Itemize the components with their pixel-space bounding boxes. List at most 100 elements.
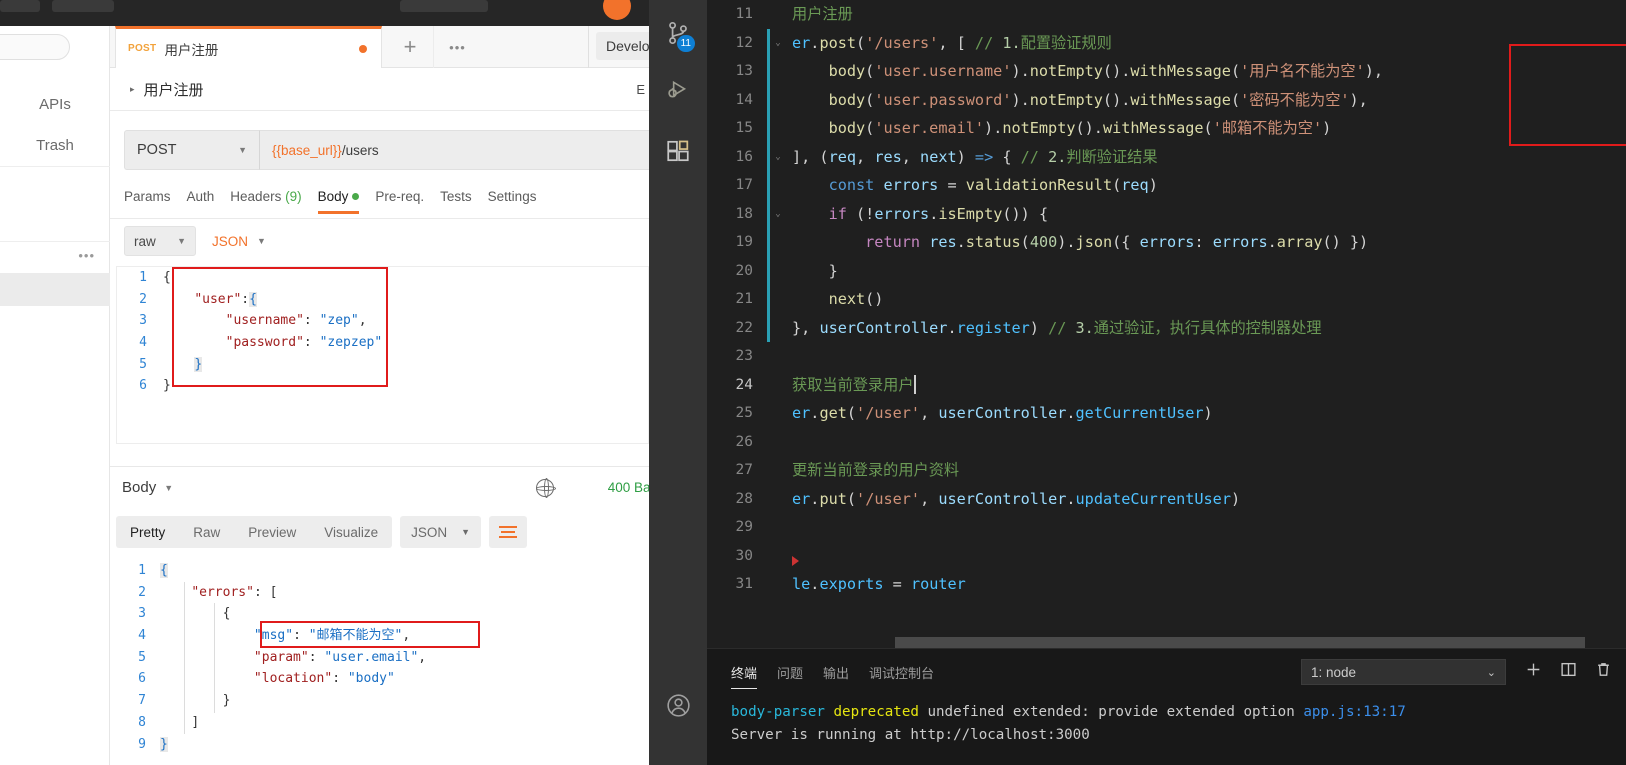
add-terminal-icon[interactable] xyxy=(1525,661,1542,681)
titlebar-chip-1 xyxy=(0,0,40,12)
breakpoint-marker-icon[interactable] xyxy=(792,556,799,566)
tab-params[interactable]: Params xyxy=(124,189,171,214)
environment-selector[interactable]: Develo xyxy=(596,32,649,60)
bottom-panel: 终端 问题 输出 调试控制台 1: node ⌄ body-parser dep… xyxy=(707,648,1626,765)
terminal-token: body-parser xyxy=(731,704,825,720)
terminal-selector[interactable]: 1: node ⌄ xyxy=(1301,659,1506,685)
indent-marker xyxy=(767,542,770,571)
editor-horizontal-scrollbar[interactable] xyxy=(707,637,1626,648)
tab-more-icon[interactable]: ••• xyxy=(434,26,481,68)
tab-pretty[interactable]: Pretty xyxy=(116,525,179,540)
line-text: { xyxy=(160,563,168,578)
body-mode-select[interactable]: raw ▼ xyxy=(124,226,196,256)
panel-tabs: 终端 问题 输出 调试控制台 xyxy=(731,663,934,689)
split-terminal-icon[interactable] xyxy=(1560,661,1577,681)
chevron-right-icon[interactable]: ▸ xyxy=(130,84,135,95)
line-text: "username": "zep", xyxy=(225,313,367,329)
panel-tab-terminal[interactable]: 终端 xyxy=(731,663,758,689)
accounts-icon[interactable] xyxy=(649,680,707,730)
panel-tab-problems[interactable]: 问题 xyxy=(777,663,803,689)
indent-marker xyxy=(767,313,770,342)
line-number: 6 xyxy=(139,378,147,394)
source-control-icon[interactable]: 11 xyxy=(649,8,707,58)
fold-icon[interactable]: ⌄ xyxy=(770,29,786,58)
tab-tests[interactable]: Tests xyxy=(440,189,472,214)
body-format-select[interactable]: JSON ▼ xyxy=(212,234,266,249)
code-editor[interactable]: 11 用户注册 12 ⌄ er.post('/users', [ // 1.配置验证规… xyxy=(707,0,1626,648)
chevron-down-icon: ▼ xyxy=(257,236,266,246)
code-line: 1{ xyxy=(117,267,648,289)
breadcrumb-label: 用户注册 xyxy=(143,81,204,99)
code-line: 6} xyxy=(117,375,648,397)
extensions-icon[interactable] xyxy=(649,126,707,176)
line-number: 2 xyxy=(139,291,147,307)
sidebar-item-apis[interactable]: APIs xyxy=(0,84,110,125)
code-content: 11 用户注册 12 ⌄ er.post('/users', [ // 1.配置验证规… xyxy=(707,0,1626,599)
vscode-window: 11 11 用户注册 12 ⌄ er.post('/users', [// 1… xyxy=(649,0,1626,765)
line-text: "param": "user.email", xyxy=(253,649,427,665)
code-line: 29 xyxy=(707,513,1626,542)
tab-preview[interactable]: Preview xyxy=(234,525,310,540)
line-text: body('user.username').notEmpty().withMes… xyxy=(828,62,1384,80)
chevron-down-icon[interactable]: ▼ xyxy=(164,483,173,493)
line-text: er.post('/users', [ // 1.配置验证规则 xyxy=(792,33,1112,52)
tab-method-label: POST xyxy=(128,43,157,54)
line-text: "password": "zepzep" xyxy=(225,335,383,351)
scrollbar-thumb[interactable] xyxy=(895,637,1585,648)
code-line: 27 更新当前登录的用户资料 xyxy=(707,456,1626,485)
tab-visualize[interactable]: Visualize xyxy=(310,525,392,540)
tab-body[interactable]: Body xyxy=(317,189,360,214)
response-format-select[interactable]: JSON ▼ xyxy=(400,516,482,548)
tab-auth[interactable]: Auth xyxy=(187,189,215,214)
line-text: le.exports = router xyxy=(792,575,966,593)
terminal-token: app.js:13:17 xyxy=(1303,704,1406,720)
request-section-tabs: Params Auth Headers (9) Body Pre-req. Te… xyxy=(110,183,649,219)
http-method-value: POST xyxy=(137,142,177,158)
panel-tab-debug-console[interactable]: 调试控制台 xyxy=(869,663,934,689)
indent-marker xyxy=(767,285,770,314)
avatar[interactable] xyxy=(603,0,631,20)
wrap-lines-button[interactable] xyxy=(489,516,528,548)
code-line: 15 body('user.email').notEmpty().withMes… xyxy=(707,114,1626,143)
line-text: ] xyxy=(191,714,200,730)
line-text: body('user.email').notEmpty().withMessag… xyxy=(828,119,1332,137)
new-tab-button[interactable]: + xyxy=(387,26,434,68)
code-line: 17 const errors = validationResult(req) xyxy=(707,171,1626,200)
code-line: 21 next() xyxy=(707,285,1626,314)
postman-title-bar xyxy=(0,0,649,26)
line-number: 27 xyxy=(735,462,753,478)
line-text: er.get('/user', userController.getCurren… xyxy=(792,404,1213,422)
terminal-token: undefined extended: provide extended opt… xyxy=(918,704,1304,720)
line-number: 9 xyxy=(138,736,146,752)
indent-marker xyxy=(767,371,770,400)
search-input[interactable] xyxy=(0,34,70,60)
line-number: 15 xyxy=(735,120,753,136)
fold-icon[interactable]: ⌄ xyxy=(770,200,786,229)
sidebar-more-icon[interactable]: ••• xyxy=(78,248,95,263)
panel-tab-output[interactable]: 输出 xyxy=(823,663,849,689)
request-body-editor[interactable]: 1{ 2 "user":{ 3 "username": "zep", 4 "pa… xyxy=(116,266,649,444)
request-tab-active[interactable]: POST 用户注册 xyxy=(115,26,382,68)
activity-bar: 11 xyxy=(649,0,707,765)
tab-headers[interactable]: Headers (9) xyxy=(230,189,301,214)
http-method-select[interactable]: POST ▼ xyxy=(124,130,259,170)
terminal-output[interactable]: body-parser deprecated undefined extende… xyxy=(731,701,1616,747)
sidebar-item-trash[interactable]: Trash xyxy=(0,125,110,166)
line-text: } xyxy=(160,736,168,752)
tab-settings[interactable]: Settings xyxy=(488,189,537,214)
postman-window: APIs Trash ••• POST 用户注册 + ••• Develo ▸ … xyxy=(0,0,649,765)
line-text: "location": "body" xyxy=(253,671,395,687)
sidebar-nav: APIs Trash xyxy=(0,84,110,166)
line-text: ], (req, res, next) => { // 2.判断验证结果 xyxy=(792,147,1158,166)
tab-raw[interactable]: Raw xyxy=(179,525,234,540)
kill-terminal-icon[interactable] xyxy=(1595,661,1612,681)
tab-prerequest[interactable]: Pre-req. xyxy=(375,189,424,214)
fold-icon[interactable]: ⌄ xyxy=(770,143,786,172)
response-body-viewer[interactable]: 1{ 2 "errors": [ 3 { 4 "msg": "邮箱不能为空", … xyxy=(110,560,649,765)
line-text: { xyxy=(163,270,171,285)
line-number: 19 xyxy=(735,234,753,250)
run-and-debug-icon[interactable] xyxy=(649,66,707,116)
line-text: body('user.password').notEmpty().withMes… xyxy=(828,90,1368,109)
url-input[interactable]: {{base_url}}/users xyxy=(259,130,649,170)
line-number: 21 xyxy=(735,291,753,307)
